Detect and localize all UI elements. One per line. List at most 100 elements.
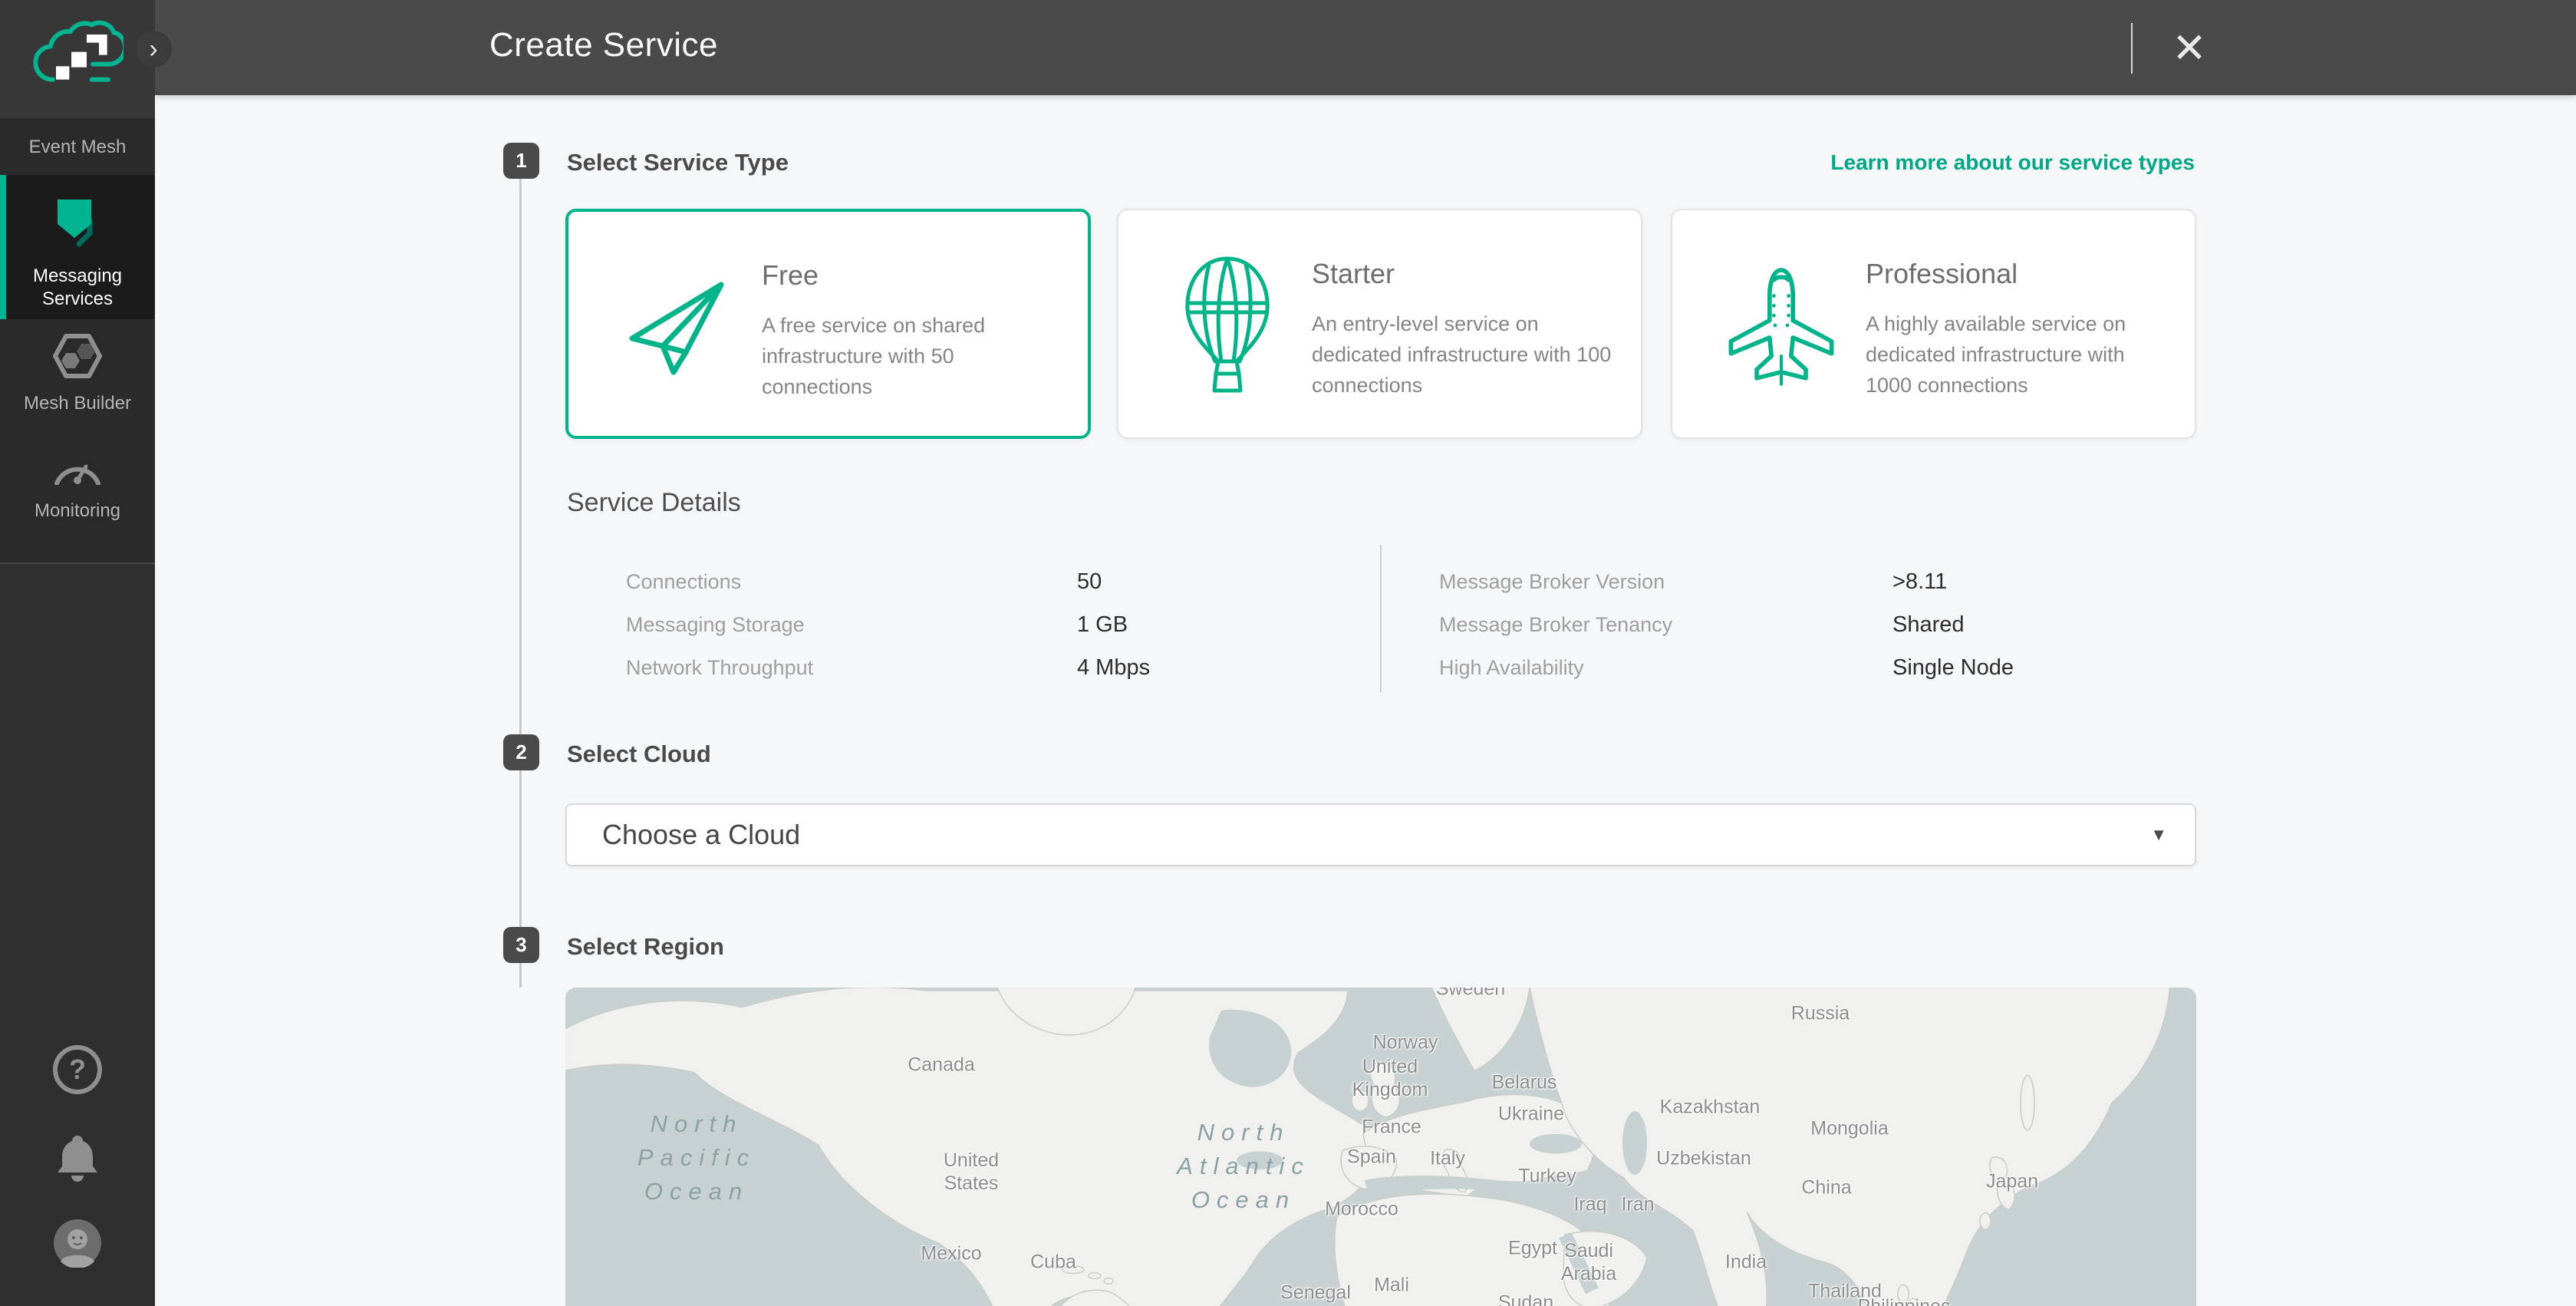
map-label: Norway	[1373, 1032, 1438, 1054]
map-label: Uzbekistan	[1656, 1148, 1751, 1170]
solace-cloud-logo-icon	[31, 19, 124, 100]
detail-label: Connections	[626, 570, 1077, 594]
sidebar-item-event-mesh[interactable]: Event Mesh	[0, 119, 155, 175]
cloud-select-dropdown[interactable]: Choose a Cloud ▼	[565, 803, 2196, 866]
learn-more-link[interactable]: Learn more about our service types	[1830, 150, 2195, 175]
airplane-icon	[1720, 256, 1843, 394]
sidebar-footer	[0, 564, 155, 1306]
map-label: Mongolia	[1810, 1118, 1888, 1140]
dropdown-arrow-icon: ▼	[2150, 825, 2167, 845]
detail-label: High Availability	[1439, 656, 1892, 680]
sidebar-item-label: Event Mesh	[29, 136, 127, 159]
map-label: Turkey	[1518, 1166, 1576, 1188]
detail-value: 1 GB	[1077, 612, 1128, 638]
detail-value: 50	[1077, 569, 1102, 595]
card-description: An entry-level service on dedicated infr…	[1312, 308, 1619, 401]
details-divider	[1380, 545, 1382, 692]
detail-row: High Availability Single Node	[1439, 646, 2014, 689]
close-icon: ✕	[2172, 24, 2206, 72]
card-description: A free service on shared infrastructure …	[762, 310, 1069, 402]
bell-icon	[54, 1134, 100, 1187]
map-label: Mali	[1374, 1275, 1409, 1297]
map-label: Philippines	[1858, 1296, 1951, 1306]
map-label: Russia	[1791, 1003, 1850, 1025]
step-1-badge: 1	[503, 143, 539, 179]
map-label: Saudi Arabia	[1543, 1239, 1635, 1285]
detail-label: Message Broker Version	[1439, 570, 1892, 594]
detail-row: Message Broker Version >8.11	[1439, 560, 2014, 603]
detail-row: Connections 50	[626, 560, 1150, 603]
paper-plane-icon	[616, 258, 739, 396]
card-title: Starter	[1312, 258, 1395, 290]
map-label: Ukraine	[1498, 1103, 1564, 1126]
detail-label: Network Throughput	[626, 656, 1077, 680]
help-button[interactable]: ?	[0, 1045, 155, 1094]
map-label: Iraq	[1573, 1194, 1606, 1216]
detail-row: Message Broker Tenancy Shared	[1439, 603, 2014, 646]
map-label: Spain	[1347, 1146, 1396, 1169]
ocean-label-north-atlantic: North Atlantic Ocean	[1177, 1116, 1310, 1217]
sidebar-item-label: Mesh Builder	[0, 392, 155, 415]
sidebar-item-label: Monitoring	[0, 500, 155, 523]
active-indicator	[0, 175, 6, 319]
close-button[interactable]: ✕	[2159, 17, 2220, 78]
step-1-title: Select Service Type	[567, 149, 789, 176]
detail-value: Single Node	[1892, 655, 2014, 681]
notifications-button[interactable]	[0, 1134, 155, 1187]
sidebar-item-mesh-builder[interactable]: Mesh Builder	[0, 322, 155, 437]
detail-value: >8.11	[1892, 569, 1947, 595]
service-details-right: Message Broker Version >8.11 Message Bro…	[1439, 560, 2014, 689]
service-details-left: Connections 50 Messaging Storage 1 GB Ne…	[626, 560, 1150, 689]
header-divider	[2131, 23, 2133, 74]
detail-row: Network Throughput 4 Mbps	[626, 646, 1150, 689]
detail-value: 4 Mbps	[1077, 655, 1150, 681]
chevron-right-icon: ›	[149, 35, 157, 64]
map-label: India	[1725, 1252, 1767, 1274]
page-title: Create Service	[489, 26, 718, 64]
map-label: Iran	[1621, 1194, 1654, 1216]
create-service-content: 1 Select Service Type Learn more about o…	[155, 95, 2576, 1306]
step-connector	[519, 963, 522, 988]
hot-air-balloon-icon	[1166, 256, 1289, 394]
map-label: Sweden	[1436, 988, 1505, 1001]
map-label: Italy	[1430, 1148, 1465, 1170]
cloud-dropdown-value: Choose a Cloud	[602, 819, 800, 851]
shield-icon	[0, 193, 155, 257]
ocean-label-north-pacific: North Pacific Ocean	[637, 1107, 756, 1209]
service-card-starter[interactable]: Starter An entry-level service on dedica…	[1117, 209, 1642, 439]
map-label: Senegal	[1280, 1282, 1351, 1304]
map-label: United Kingdom	[1344, 1055, 1436, 1101]
step-3-title: Select Region	[567, 933, 724, 961]
step-connector	[519, 770, 522, 927]
map-label: Mexico	[921, 1243, 981, 1265]
sidebar: Event Mesh Messaging Services Mesh Build…	[0, 0, 155, 1306]
sidebar-item-label: Messaging Services	[0, 265, 155, 311]
map-label: Cuba	[1030, 1252, 1076, 1274]
service-card-free[interactable]: Free A free service on shared infrastruc…	[565, 209, 1091, 439]
map-label: Morocco	[1325, 1199, 1398, 1221]
service-details-heading: Service Details	[567, 488, 741, 518]
app-logo[interactable]	[0, 0, 155, 118]
map-label: Japan	[1986, 1171, 2038, 1193]
map-label: United States	[925, 1149, 1017, 1195]
sidebar-item-messaging-services[interactable]: Messaging Services	[0, 175, 155, 319]
help-icon: ?	[53, 1045, 102, 1094]
hexagon-mesh-icon	[0, 333, 155, 383]
modal-header: Create Service ✕	[155, 0, 2576, 95]
step-2-title: Select Cloud	[567, 740, 711, 768]
sidebar-item-monitoring[interactable]: Monitoring	[0, 439, 155, 546]
service-card-professional[interactable]: Professional A highly available service …	[1671, 209, 2196, 439]
map-label: Belarus	[1492, 1072, 1557, 1094]
card-description: A highly available service on dedicated …	[1866, 308, 2172, 401]
detail-label: Message Broker Tenancy	[1439, 613, 1892, 637]
card-title: Free	[762, 259, 819, 292]
detail-row: Messaging Storage 1 GB	[626, 603, 1150, 646]
sidebar-collapse-button[interactable]: ›	[135, 31, 172, 68]
map-label: Canada	[908, 1054, 975, 1077]
map-label: China	[1801, 1177, 1851, 1199]
avatar-icon	[53, 1219, 102, 1271]
gauge-icon	[0, 453, 155, 489]
region-map[interactable]: North Pacific Ocean North Atlantic Ocean…	[565, 988, 2196, 1306]
detail-value: Shared	[1892, 612, 1965, 638]
profile-button[interactable]	[0, 1219, 155, 1271]
